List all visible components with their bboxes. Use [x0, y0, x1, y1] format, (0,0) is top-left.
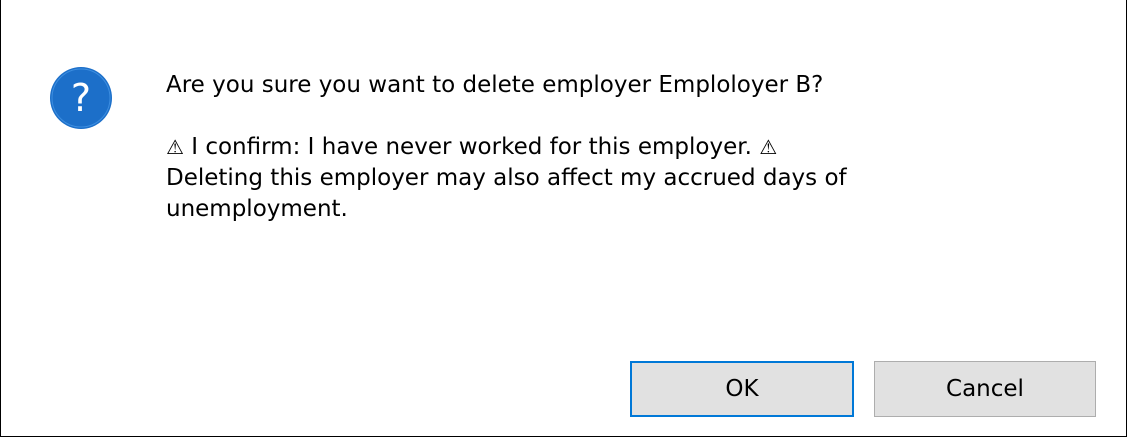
cancel-button[interactable]: Cancel: [874, 361, 1096, 417]
warning-icon: ⚠: [166, 135, 184, 159]
warning-line-1: I confirm: I have never worked for this …: [183, 134, 760, 160]
warning-text: ⚠ I confirm: I have never worked for thi…: [166, 132, 1086, 225]
warning-icon: ⚠: [759, 135, 778, 159]
ok-button[interactable]: OK: [630, 361, 854, 417]
svg-text:?: ?: [71, 76, 91, 120]
dialog-content-area: ? Are you sure you want to delete employ…: [1, 0, 1126, 334]
warning-line-3: unemployment.: [166, 196, 348, 222]
warning-line-2: Deleting this employer may also affect m…: [166, 165, 847, 191]
confirm-question-text: Are you sure you want to delete employer…: [166, 72, 824, 98]
question-icon: ?: [50, 67, 112, 129]
dialog-message: Are you sure you want to delete employer…: [166, 70, 1086, 225]
